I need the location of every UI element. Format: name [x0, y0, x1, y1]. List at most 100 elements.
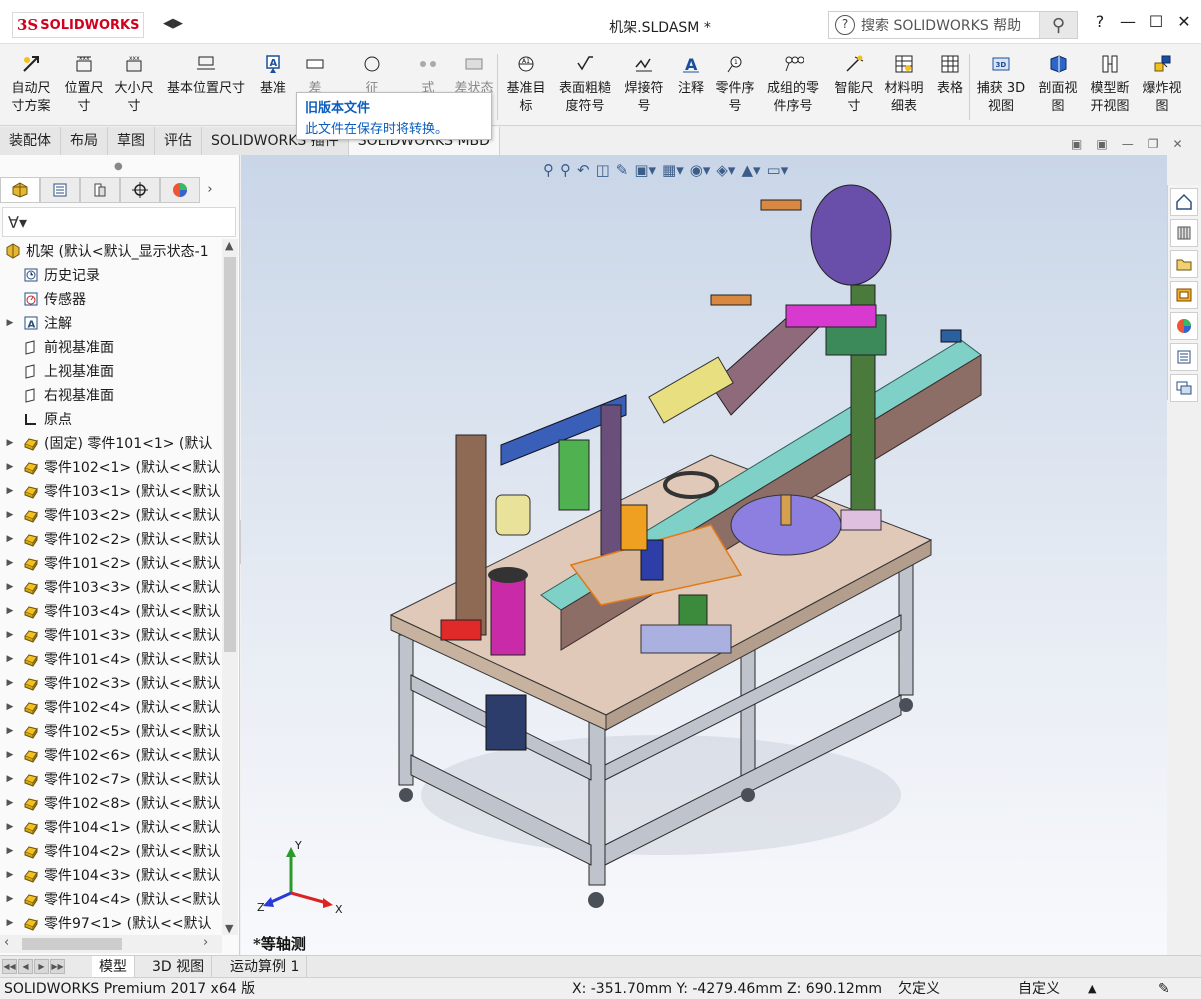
expand-arrow-icon[interactable]: ▶ [4, 582, 16, 592]
expand-arrow-icon[interactable]: ▶ [4, 558, 16, 568]
toolbar-button-note[interactable]: A 注释 [675, 52, 707, 98]
viewport-maximize-icon[interactable]: ❐ [1148, 137, 1159, 151]
forum-icon[interactable] [1170, 374, 1198, 402]
toolbar-button-explode-view[interactable]: 爆炸视 图 [1140, 52, 1184, 116]
tree-item[interactable]: ▶ 零件102<3> (默认<<默认 [0, 671, 222, 695]
expand-arrow-icon[interactable]: ▶ [4, 318, 16, 328]
rebuild-status-icon[interactable]: ✎ [1158, 978, 1170, 999]
expand-arrow-icon[interactable]: ▶ [4, 918, 16, 928]
view-palette-icon[interactable] [1170, 281, 1198, 309]
bottom-tab-0[interactable]: 模型 [92, 956, 135, 978]
toolbar-button-weld-symbol[interactable]: 焊接符 号 [622, 52, 666, 116]
expand-arrow-icon[interactable]: ▶ [4, 798, 16, 808]
tree-item[interactable]: 右视基准面 [0, 383, 222, 407]
toolbar-button-smart-dimension[interactable]: 智能尺 寸 [832, 52, 876, 116]
tab-0[interactable]: 装配体 [0, 127, 61, 155]
expand-arrow-icon[interactable]: ▶ [4, 606, 16, 616]
units-dropdown-icon[interactable]: ▲ [1088, 978, 1096, 999]
expand-arrow-icon[interactable]: ▶ [4, 750, 16, 760]
tree-item[interactable]: 前视基准面 [0, 335, 222, 359]
search-icon[interactable]: ⚲ [1039, 12, 1077, 38]
expand-arrow-icon[interactable]: ▶ [4, 846, 16, 856]
expand-arrow-icon[interactable]: ▶ [4, 894, 16, 904]
tree-item[interactable]: ▶ (固定) 零件101<1> (默认 [0, 431, 222, 455]
hscroll-thumb[interactable] [22, 938, 122, 950]
tree-item[interactable]: ▶ 零件102<8> (默认<<默认 [0, 791, 222, 815]
pane-grip-icon[interactable]: ● [114, 161, 123, 172]
toolbar-button-size-dimension[interactable]: xxx 大小尺 寸 [112, 52, 156, 116]
toolbar-button-surface-finish[interactable]: 表面粗糙 度符号 [556, 52, 614, 116]
viewport-tile-icon[interactable]: ▣ [1096, 137, 1107, 151]
first-tab-icon[interactable]: ◀◀ [2, 959, 17, 974]
minimize-icon[interactable]: — [1114, 12, 1142, 31]
tree-item[interactable]: ▶ 零件102<4> (默认<<默认 [0, 695, 222, 719]
tree-item[interactable]: 历史记录 [0, 263, 222, 287]
next-tab-icon[interactable]: ▶ [34, 959, 49, 974]
tree-item[interactable]: ▶ 零件97<1> (默认<<默认 [0, 911, 222, 933]
prev-tab-icon[interactable]: ◀ [18, 959, 33, 974]
toolbar-button-basic-location[interactable]: 基本位置尺寸 [164, 52, 248, 98]
custom-properties-icon[interactable] [1170, 343, 1198, 371]
configuration-manager-tab[interactable] [80, 177, 120, 203]
toolbar-button-balloon[interactable]: 1 零件序 号 [713, 52, 757, 116]
graphics-area[interactable]: ⚲ ⚲ ↶ ◫ ✎ ▣▾ ▦▾ ◉▾ ◈▾ ▲▾ ▭▾ Y X Z *等轴测 [241, 155, 1167, 955]
tab-3[interactable]: 评估 [155, 127, 202, 155]
tree-item[interactable]: ▶ 零件101<3> (默认<<默认 [0, 623, 222, 647]
last-tab-icon[interactable]: ▶▶ [50, 959, 65, 974]
tree-item[interactable]: ▶ 零件104<1> (默认<<默认 [0, 815, 222, 839]
expand-arrow-icon[interactable]: ▶ [4, 654, 16, 664]
tree-root-assembly[interactable]: 机架 (默认<默认_显示状态-1 [0, 239, 222, 263]
tree-item[interactable]: 上视基准面 [0, 359, 222, 383]
expand-arrow-icon[interactable]: ▶ [4, 870, 16, 880]
scroll-left-icon[interactable]: ‹ [4, 935, 9, 950]
unit-system[interactable]: 自定义 [1018, 978, 1060, 999]
viewport-restore-icon[interactable]: ▣ [1071, 137, 1082, 151]
file-explorer-icon[interactable] [1170, 250, 1198, 278]
toolbar-button-location-dimension[interactable]: xxx 位置尺 寸 [62, 52, 106, 116]
toolbar-button-section-view[interactable]: 剖面视 图 [1036, 52, 1080, 116]
design-library-icon[interactable] [1170, 219, 1198, 247]
scroll-up-icon[interactable]: ▲ [225, 239, 233, 252]
expand-arrow-icon[interactable]: ▶ [4, 630, 16, 640]
expand-arrow-icon[interactable]: ▶ [4, 510, 16, 520]
bottom-tab-1[interactable]: 3D 视图 [145, 956, 213, 978]
scroll-thumb[interactable] [224, 257, 236, 652]
viewport-close-icon[interactable]: ✕ [1172, 137, 1182, 151]
expand-arrow-icon[interactable]: ▶ [4, 486, 16, 496]
tree-item[interactable]: ▶ 零件103<2> (默认<<默认 [0, 503, 222, 527]
toolbar-button-table[interactable]: 表格 [935, 52, 965, 98]
pin-menu-icon[interactable]: ◀▶ [163, 16, 183, 31]
viewport-minimize-icon[interactable]: — [1122, 137, 1134, 151]
expand-arrow-icon[interactable]: ▶ [4, 678, 16, 688]
help-menu-button[interactable]: ? [1086, 12, 1114, 31]
expand-arrow-icon[interactable]: ▶ [4, 702, 16, 712]
dimxpert-tab[interactable] [120, 177, 160, 203]
toolbar-button-datum-target[interactable]: A1 基准目 标 [504, 52, 548, 116]
tree-item[interactable]: ▶ 零件104<2> (默认<<默认 [0, 839, 222, 863]
tree-item[interactable]: ▶ 零件102<7> (默认<<默认 [0, 767, 222, 791]
tree-item[interactable]: ▶ 零件101<2> (默认<<默认 [0, 551, 222, 575]
solidworks-logo[interactable]: 3S SOLIDWORKS [12, 12, 145, 38]
expand-arrow-icon[interactable]: ▶ [4, 438, 16, 448]
expand-arrow-icon[interactable]: ▶ [4, 774, 16, 784]
tree-item[interactable]: ▶ 零件103<3> (默认<<默认 [0, 575, 222, 599]
scroll-right-icon[interactable]: › [203, 935, 208, 950]
expand-arrow-icon[interactable]: ▶ [4, 822, 16, 832]
tree-item[interactable]: ▶ 零件103<1> (默认<<默认 [0, 479, 222, 503]
filter-icon[interactable]: ∀▾ [8, 213, 27, 232]
bottom-tab-2[interactable]: 运动算例 1 [223, 956, 308, 978]
tree-vertical-scrollbar[interactable]: ▲ ▼ [222, 239, 238, 935]
tree-item[interactable]: ▶ 零件103<4> (默认<<默认 [0, 599, 222, 623]
tree-horizontal-scrollbar[interactable]: ‹ › [0, 935, 222, 953]
tree-item[interactable]: ▶ 零件104<3> (默认<<默认 [0, 863, 222, 887]
property-manager-tab[interactable] [40, 177, 80, 203]
toolbar-button-bom[interactable]: 材料明 细表 [882, 52, 926, 116]
scroll-down-icon[interactable]: ▼ [225, 922, 233, 935]
display-manager-tab[interactable] [160, 177, 200, 203]
tab-1[interactable]: 布局 [61, 127, 108, 155]
toolbar-button-datum[interactable]: A 基准 [258, 52, 288, 98]
tree-item[interactable]: ▶ 零件102<2> (默认<<默认 [0, 527, 222, 551]
toolbar-button-capture-3d-view[interactable]: 3D 捕获 3D 视图 [976, 52, 1026, 116]
toolbar-button-break-view[interactable]: 模型断 开视图 [1088, 52, 1132, 116]
expand-arrow-icon[interactable]: ▶ [4, 534, 16, 544]
